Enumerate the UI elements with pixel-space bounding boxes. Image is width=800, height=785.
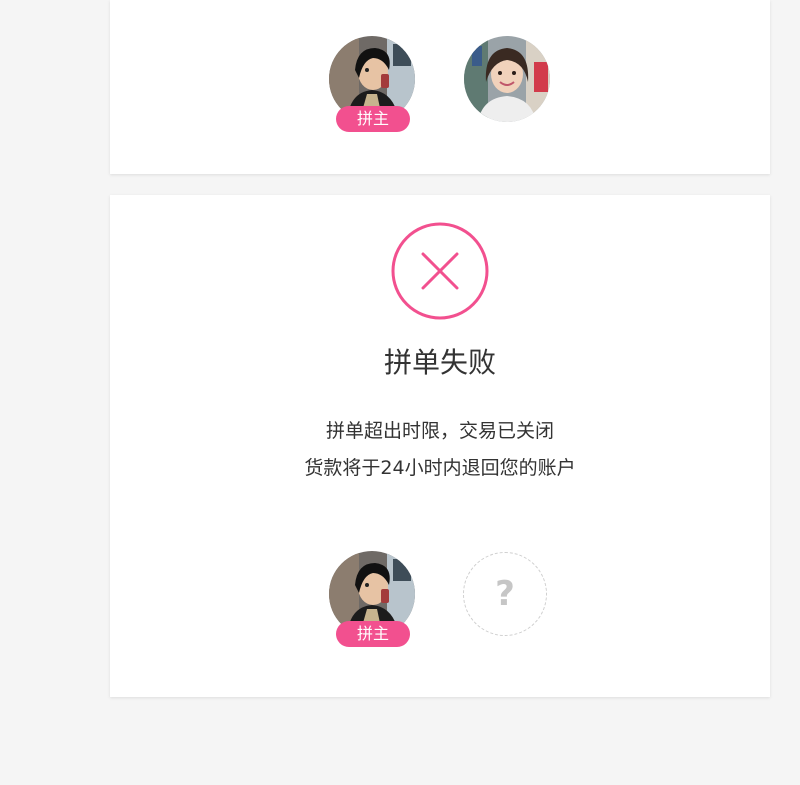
group-buy-result-page: 拼主 拼单失败 拼单超出时限，交易已关闭 货款将于24小时内退回您的账户 ? 拼… — [0, 0, 800, 785]
status-title: 拼单失败 — [383, 346, 496, 379]
status-message-line-2: 货款将于24小时内退回您的账户 — [304, 457, 576, 479]
leader-badge: 拼主 — [336, 106, 410, 132]
member-avatar-row: 拼主 — [110, 36, 770, 132]
group-result-card: 拼单失败 拼单超出时限，交易已关闭 货款将于24小时内退回您的账户 ? 拼主 — [110, 195, 770, 697]
group-members-card: 拼主 — [110, 0, 770, 174]
empty-member-slot[interactable]: ? — [463, 552, 547, 636]
leader-badge: 拼主 — [336, 621, 410, 647]
close-circle-icon — [391, 222, 489, 320]
status-message-line-1: 拼单超出时限，交易已关闭 — [325, 420, 554, 442]
member-avatar[interactable] — [464, 36, 550, 122]
result-avatar-row: ? 拼主 — [110, 551, 770, 647]
member-avatar-photo — [464, 36, 550, 122]
